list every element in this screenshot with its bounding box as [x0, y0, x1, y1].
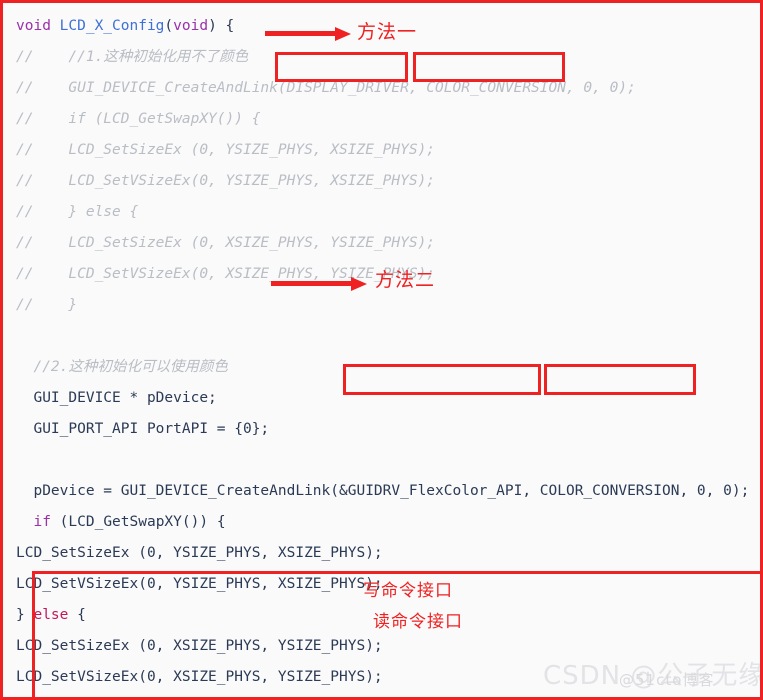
code-line: // }: [16, 297, 78, 313]
code-line: // GUI_DEVICE_CreateAndLink(DISPLAY_DRIV…: [16, 80, 636, 96]
code-line: // LCD_SetVSizeEx(0, YSIZE_PHYS, XSIZE_P…: [16, 173, 436, 189]
code-line: // LCD_SetSizeEx (0, XSIZE_PHYS, YSIZE_P…: [16, 235, 436, 251]
code-line: GUI_PORT_API PortAPI = {0};: [16, 421, 270, 437]
code-line: // //1.这种初始化用不了颜色: [16, 49, 249, 65]
code-line: LCD_SetSizeEx (0, XSIZE_PHYS, YSIZE_PHYS…: [16, 638, 383, 654]
code-line: GUI_DEVICE * pDevice;: [16, 390, 217, 406]
code-line: }: [3, 693, 760, 697]
code-line: // LCD_SetSizeEx (0, YSIZE_PHYS, XSIZE_P…: [16, 142, 436, 158]
annotation-method-two: 方法二: [375, 269, 436, 291]
code-line: //2.这种初始化可以使用颜色: [16, 359, 228, 375]
annotation-write-command: 写命令接口: [363, 581, 453, 601]
code-line: LCD_SetVSizeEx(0, XSIZE_PHYS, YSIZE_PHYS…: [16, 669, 383, 685]
annotation-method-one: 方法一: [357, 21, 418, 43]
annotation-read-command: 读命令接口: [373, 612, 463, 632]
code-line: pDevice = GUI_DEVICE_CreateAndLink(&GUID…: [16, 483, 750, 499]
screenshot-root: void LCD_X_Config(void) { // //1.这种初始化用不…: [0, 0, 763, 700]
code-line: // } else {: [16, 204, 139, 220]
code-line: LCD_SetSizeEx (0, YSIZE_PHYS, XSIZE_PHYS…: [16, 545, 383, 561]
code-line: // if (LCD_GetSwapXY()) {: [16, 111, 261, 127]
code-line: if (LCD_GetSwapXY()) {: [33, 514, 226, 530]
